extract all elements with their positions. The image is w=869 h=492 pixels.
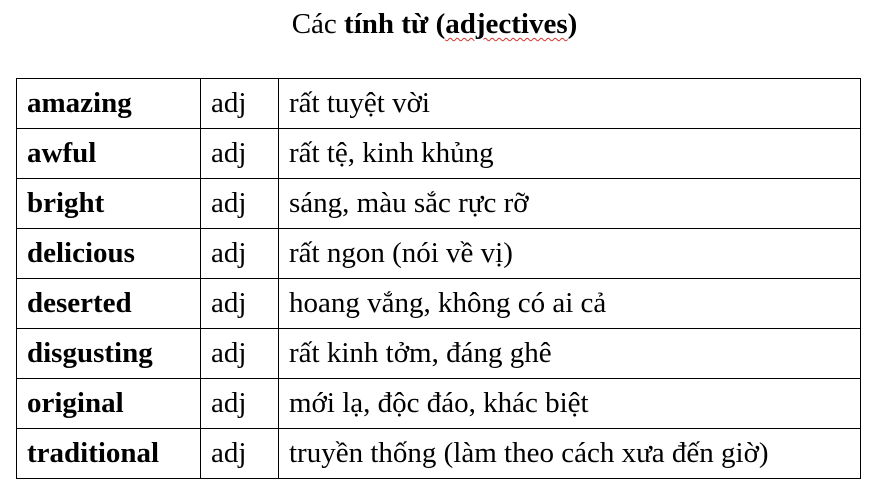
table-row: awful adj rất tệ, kinh khủng xyxy=(16,128,861,179)
meaning-cell: rất ngon (nói về vị) xyxy=(278,228,861,279)
table-row: original adj mới lạ, độc đáo, khác biệt xyxy=(16,378,861,429)
vocabulary-table: amazing adj rất tuyệt vời awful adj rất … xyxy=(16,78,861,479)
word-cell: disgusting xyxy=(16,328,201,379)
word-cell: bright xyxy=(16,178,201,229)
title-paren-close: ) xyxy=(567,8,578,40)
word-cell: deserted xyxy=(16,278,201,329)
part-of-speech-cell: adj xyxy=(200,78,279,129)
table-row: bright adj sáng, màu sắc rực rỡ xyxy=(16,178,861,229)
meaning-cell: rất tệ, kinh khủng xyxy=(278,128,861,179)
part-of-speech-cell: adj xyxy=(200,278,279,329)
title-bold-text: tính từ xyxy=(344,8,436,40)
meaning-cell: truyền thống (làm theo cách xưa đến giờ) xyxy=(278,428,861,479)
table-row: deserted adj hoang vắng, không có ai cả xyxy=(16,278,861,329)
part-of-speech-cell: adj xyxy=(200,428,279,479)
table-row: delicious adj rất ngon (nói về vị) xyxy=(16,228,861,279)
part-of-speech-cell: adj xyxy=(200,178,279,229)
part-of-speech-cell: adj xyxy=(200,228,279,279)
meaning-cell: rất kinh tởm, đáng ghê xyxy=(278,328,861,379)
title-prefix: Các xyxy=(291,8,345,40)
part-of-speech-cell: adj xyxy=(200,328,279,379)
meaning-cell: sáng, màu sắc rực rỡ xyxy=(278,178,861,229)
word-cell: amazing xyxy=(16,78,201,129)
table-row: traditional adj truyền thống (làm theo c… xyxy=(16,428,861,479)
word-cell: delicious xyxy=(16,228,201,279)
table-row: amazing adj rất tuyệt vời xyxy=(16,78,861,129)
part-of-speech-cell: adj xyxy=(200,378,279,429)
word-cell: original xyxy=(16,378,201,429)
title-paren-open: ( xyxy=(435,8,446,40)
page-title: Các tính từ (adjectives) xyxy=(0,4,869,44)
title-spellcheck-word: adjectives xyxy=(445,8,568,40)
word-cell: awful xyxy=(16,128,201,179)
part-of-speech-cell: adj xyxy=(200,128,279,179)
meaning-cell: hoang vắng, không có ai cả xyxy=(278,278,861,329)
table-row: disgusting adj rất kinh tởm, đáng ghê xyxy=(16,328,861,379)
meaning-cell: mới lạ, độc đáo, khác biệt xyxy=(278,378,861,429)
word-cell: traditional xyxy=(16,428,201,479)
meaning-cell: rất tuyệt vời xyxy=(278,78,861,129)
